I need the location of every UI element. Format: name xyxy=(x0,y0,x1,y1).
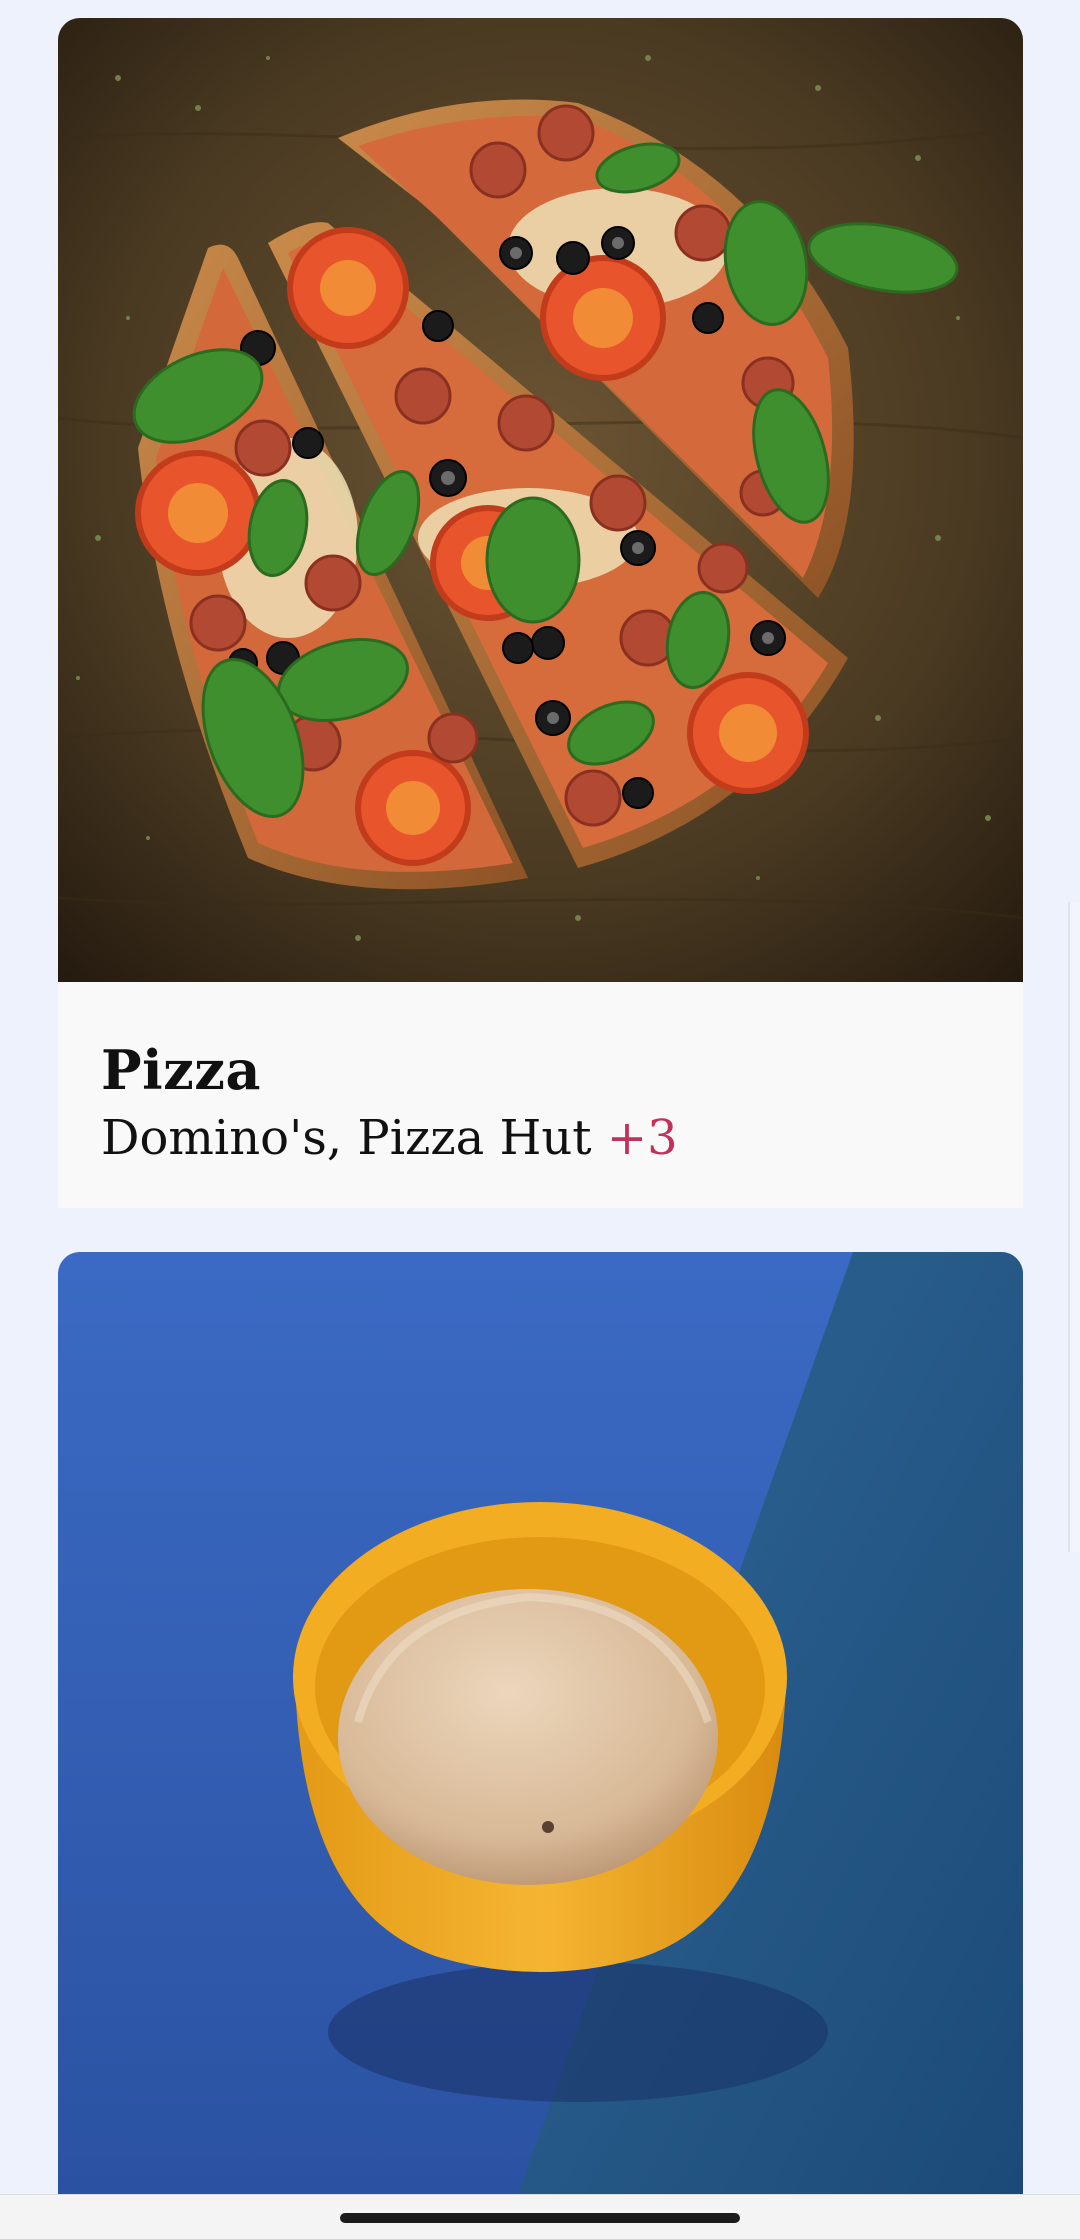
ice-cream-image xyxy=(58,1252,1023,2195)
food-feed: Pizza Domino's, Pizza Hut +3 xyxy=(0,0,1080,2239)
card-subtitle: Domino's, Pizza Hut +3 xyxy=(101,1110,678,1166)
food-card-pizza[interactable]: Pizza Domino's, Pizza Hut +3 xyxy=(58,18,1023,1208)
system-navigation-bar xyxy=(0,2194,1080,2239)
more-restaurants-badge[interactable]: +3 xyxy=(607,1110,678,1166)
pizza-info: Pizza Domino's, Pizza Hut +3 xyxy=(58,982,1023,1208)
scrollbar[interactable] xyxy=(1068,902,1080,1552)
card-title: Pizza xyxy=(101,1038,261,1102)
restaurant-names: Domino's, Pizza Hut xyxy=(101,1110,592,1166)
pizza-image xyxy=(58,18,1023,982)
food-card-ice-cream[interactable] xyxy=(58,1252,1023,2195)
home-indicator[interactable] xyxy=(340,2213,740,2223)
